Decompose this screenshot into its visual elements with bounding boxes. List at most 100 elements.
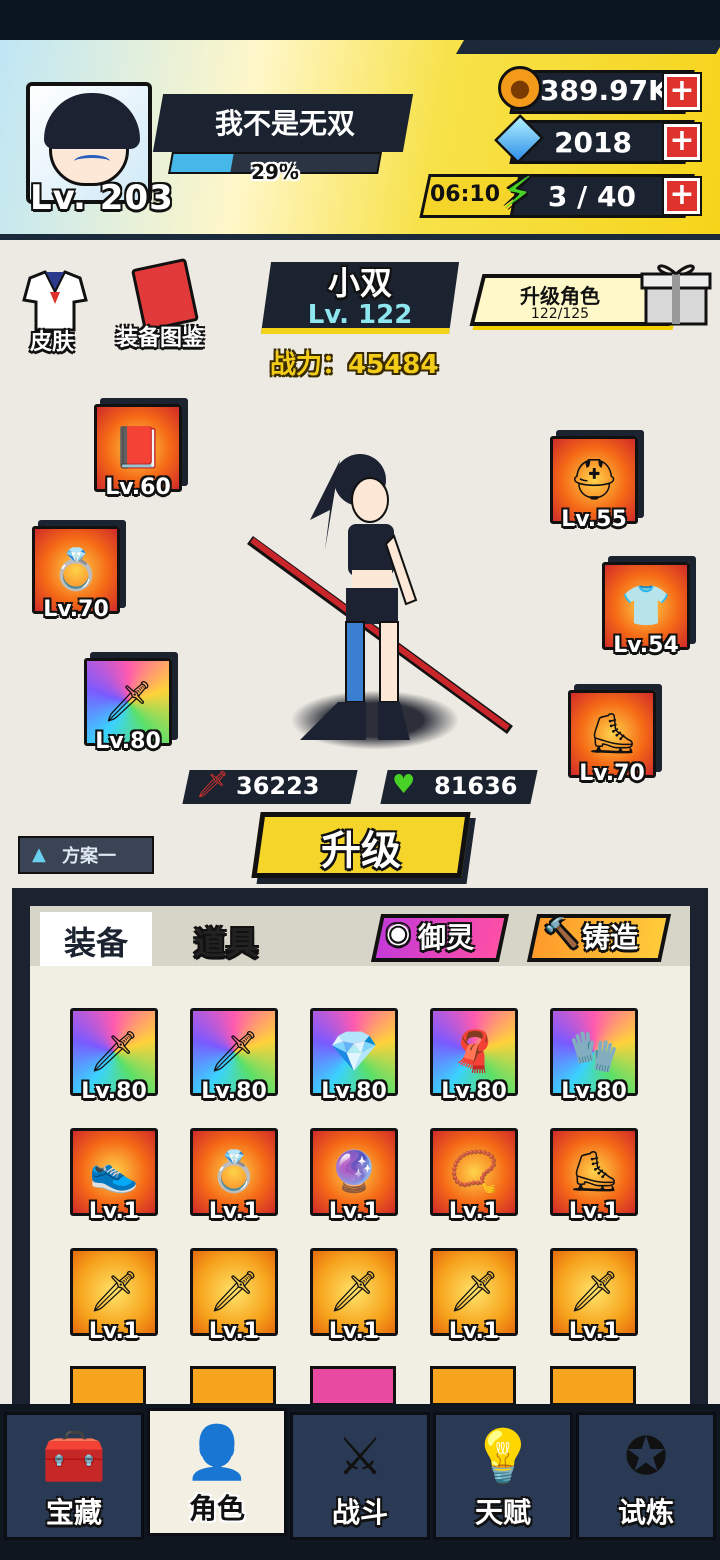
nav-label: 宝藏 xyxy=(45,1496,102,1529)
attack-sword-icon: 🗡 xyxy=(196,770,230,800)
add-paw-coin-button[interactable]: + xyxy=(662,72,702,112)
inventory-item[interactable]: 📿 Lv.1 xyxy=(430,1128,518,1224)
inventory-item-partial[interactable] xyxy=(430,1366,516,1406)
nav-label: 战斗 xyxy=(331,1496,388,1529)
inventory-item[interactable]: 🗡 Lv.1 xyxy=(190,1248,278,1344)
equipped-slot-right-1[interactable]: ⛑ Lv.55 xyxy=(550,436,638,532)
combat-power: 战力：45484 xyxy=(270,350,439,380)
equipped-slot-left-2[interactable]: 💍 Lv.70 xyxy=(32,526,120,622)
hero-level: Lv. 122 xyxy=(307,300,413,330)
inventory-item[interactable]: 🗡 Lv.1 xyxy=(310,1248,398,1344)
yuling-label: 御灵 xyxy=(418,921,475,954)
blue-shoe-icon: 👟 xyxy=(89,1149,139,1195)
lightning-icon: ⚡ xyxy=(502,168,533,219)
inventory-item-level: Lv.1 xyxy=(568,1319,620,1344)
diamond-value: 2018 xyxy=(554,126,632,159)
inventory-item-partial[interactable] xyxy=(70,1366,146,1406)
dark-blade-icon: 🗡 xyxy=(448,1269,500,1315)
equip-level: Lv.54 xyxy=(613,633,679,658)
add-energy-button[interactable]: + xyxy=(662,176,702,216)
nav-treasure-chest[interactable]: 🧰 宝藏 xyxy=(4,1412,144,1540)
nav-character[interactable]: 👤 角色 xyxy=(147,1408,287,1536)
gift-box-icon[interactable] xyxy=(638,256,714,328)
orb-icon: 🔮 xyxy=(329,1149,379,1195)
tab-equipment-label: 装备 xyxy=(63,924,128,962)
inventory-item-level: Lv.1 xyxy=(328,1199,380,1224)
inventory-item[interactable]: 🗡 Lv.1 xyxy=(550,1248,638,1344)
tab-items[interactable]: 道具 xyxy=(176,918,276,964)
sailor-shirt-icon: 👕 xyxy=(621,583,671,629)
nav-battle-swords[interactable]: ⚔ 战斗 xyxy=(290,1412,430,1540)
inventory-item[interactable]: 💎 Lv.80 xyxy=(310,1008,398,1104)
scheme-label: 方案一 xyxy=(62,846,116,867)
exp-percent: 29% xyxy=(251,160,299,184)
roller-skate-icon: ⛸ xyxy=(568,1149,620,1195)
inventory-item-level: Lv.80 xyxy=(441,1079,507,1104)
inventory-item-partial[interactable] xyxy=(310,1366,396,1406)
inventory-item-partial[interactable] xyxy=(190,1366,276,1406)
treasure-chest-icon: 🧰 xyxy=(41,1427,107,1487)
blade-icon: 🗡 xyxy=(102,679,154,725)
energy-timer: 06:10 xyxy=(430,182,501,207)
equip-level: Lv.55 xyxy=(561,507,627,532)
inventory-item[interactable]: 🗡 Lv.1 xyxy=(70,1248,158,1344)
inventory-item[interactable]: 🔮 Lv.1 xyxy=(310,1128,398,1224)
battle-swords-icon: ⚔ xyxy=(336,1427,384,1487)
heart-icon: ♥ xyxy=(392,770,416,800)
energy-value: 3 / 40 xyxy=(547,180,636,213)
sailor-shirt-icon xyxy=(22,270,88,332)
inventory-item[interactable]: 🧤 Lv.80 xyxy=(550,1008,638,1104)
glove-icon: 🧤 xyxy=(569,1029,619,1075)
red-blade-icon: 🗡 xyxy=(208,1269,260,1315)
equipped-slot-right-2[interactable]: 👕 Lv.54 xyxy=(602,562,690,658)
banana-blade-icon: 🗡 xyxy=(208,1029,260,1075)
scarf-icon: 🧣 xyxy=(449,1029,499,1075)
hero-name: 小双 xyxy=(327,264,392,302)
necklace-icon: 📿 xyxy=(449,1149,499,1195)
trial-emblem-icon: ✪ xyxy=(624,1427,668,1487)
inventory-item-level: Lv.1 xyxy=(208,1199,260,1224)
inventory-item-level: Lv.80 xyxy=(321,1079,387,1104)
inventory-item[interactable]: 💍 Lv.1 xyxy=(190,1128,278,1224)
inventory-item-level: Lv.1 xyxy=(88,1199,140,1224)
triangle-up-icon: ▲ xyxy=(32,844,46,865)
inventory-item-partial[interactable] xyxy=(550,1366,636,1406)
hammer-icon: 🔨 xyxy=(544,916,579,949)
add-diamond-button[interactable]: + xyxy=(662,122,702,162)
banana-blade-icon: 🗡 xyxy=(568,1269,620,1315)
inventory-item-level: Lv.1 xyxy=(88,1319,140,1344)
inventory-item-level: Lv.1 xyxy=(328,1319,380,1344)
dark-blade-icon: 🗡 xyxy=(88,1029,140,1075)
nav-trial-emblem[interactable]: ✪ 试炼 xyxy=(576,1412,716,1540)
equipped-slot-left-3[interactable]: 🗡 Lv.80 xyxy=(84,658,172,754)
upgrade-character-progress: 122/125 xyxy=(530,306,590,322)
hero-character-sprite xyxy=(247,454,513,740)
nav-label: 角色 xyxy=(188,1492,245,1525)
inventory-item[interactable]: 🧣 Lv.80 xyxy=(430,1008,518,1104)
nav-lightbulb[interactable]: 💡 天赋 xyxy=(433,1412,573,1540)
skin-label: 皮肤 xyxy=(30,330,75,355)
inventory-item[interactable]: ⛸ Lv.1 xyxy=(550,1128,638,1224)
equip-level: Lv.70 xyxy=(579,761,645,786)
helmet-icon: ⛑ xyxy=(568,457,620,503)
lightbulb-icon: 💡 xyxy=(470,1427,536,1487)
equip-level: Lv.60 xyxy=(105,475,171,500)
equip-level: Lv.80 xyxy=(95,729,161,754)
upgrade-button-label: 升级 xyxy=(321,828,401,874)
roller-skate-icon: ⛸ xyxy=(586,711,638,757)
equipment-catalog-label: 装备图鉴 xyxy=(116,326,205,351)
inventory-item-level: Lv.1 xyxy=(448,1199,500,1224)
inventory-item[interactable]: 🗡 Lv.80 xyxy=(70,1008,158,1104)
inventory-item[interactable]: 🗡 Lv.1 xyxy=(430,1248,518,1344)
ring-icon: 💍 xyxy=(209,1149,259,1195)
inventory-item[interactable]: 🗡 Lv.80 xyxy=(190,1008,278,1104)
attack-value: 36223 xyxy=(236,772,320,800)
paw-coin-value: 389.97K xyxy=(540,74,670,107)
inventory-item-level: Lv.80 xyxy=(561,1079,627,1104)
inventory-item-level: Lv.80 xyxy=(81,1079,147,1104)
equipped-slot-right-3[interactable]: ⛸ Lv.70 xyxy=(568,690,656,786)
inventory-item[interactable]: 👟 Lv.1 xyxy=(70,1128,158,1224)
paw-coin-icon: ● xyxy=(498,66,542,110)
equipped-slot-left-1[interactable]: 📕 Lv.60 xyxy=(94,404,182,500)
avatar-face-icon xyxy=(44,93,140,186)
